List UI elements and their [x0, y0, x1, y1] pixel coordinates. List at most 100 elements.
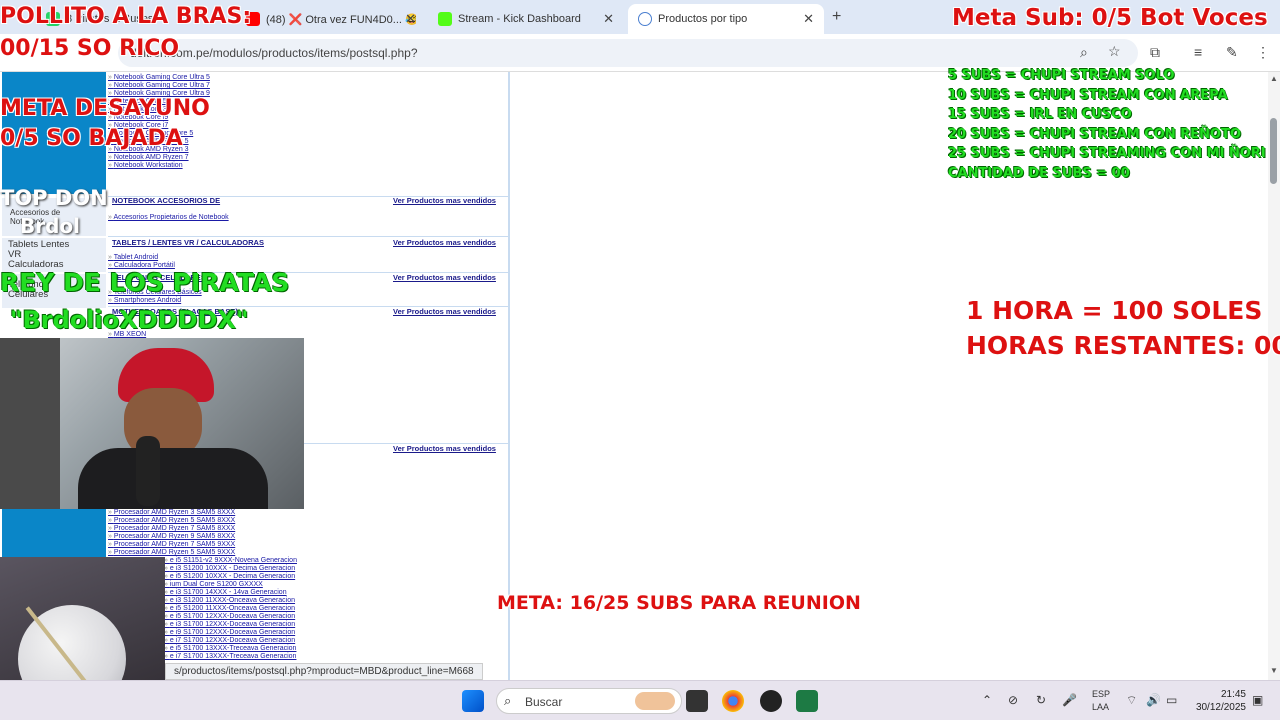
microphone [136, 436, 160, 506]
menu-icon[interactable]: ⋮ [1256, 44, 1270, 61]
category-link[interactable]: e i3 S1200 10XXX - Decima Generacion [164, 565, 295, 572]
tab-title: Stream - Kick Dashboard [458, 13, 581, 25]
taskbar-search[interactable]: ⌕ Buscar [496, 688, 682, 714]
status-url: s/productos/items/postsql.php?mproduct=M… [165, 663, 483, 680]
close-icon[interactable]: ✕ [603, 11, 614, 27]
category-link[interactable]: Smartphones Android [108, 297, 181, 304]
profile-icon[interactable]: ✎ [1226, 44, 1238, 61]
scroll-thumb[interactable] [1270, 118, 1277, 184]
see-more-link[interactable]: Ver Productos mas vendidos [393, 444, 496, 453]
volume-icon[interactable]: 🔊 [1146, 693, 1161, 707]
search-icon: ⌕ [504, 693, 512, 708]
category-link[interactable]: e i5 S1700 13XXX-Treceava Generacion [164, 645, 297, 652]
category-link[interactable]: ium Dual Core S1200 GXXXX [164, 581, 263, 588]
category-link[interactable]: e i9 S1700 12XXX-Doceava Generacion [164, 629, 295, 636]
shirt [78, 448, 268, 509]
tab-youtube[interactable]: (48) ❌ Otra vez FUN4D0... 😂 ✕ [236, 4, 426, 34]
overlay-meta-sub: Meta Sub: 0/5 Bot Voces [952, 5, 1268, 31]
see-more-link[interactable]: Ver Productos mas vendidos [393, 238, 496, 247]
category-link[interactable]: e i7 S1700 13XXX-Treceava Generacion [164, 653, 297, 660]
close-icon[interactable]: ✕ [405, 11, 416, 27]
category-title-accessories[interactable]: NOTEBOOK ACCESORIOS DE [112, 196, 220, 205]
date: 30/12/2025 [1195, 702, 1246, 713]
tab-title: (48) ❌ Otra vez FUN4D0... 😂 [266, 13, 416, 26]
sync-icon[interactable]: ↻ [1036, 693, 1046, 707]
excel-icon[interactable] [796, 690, 818, 712]
category-link[interactable]: Accesorios Propietarios de Notebook [108, 214, 228, 221]
shelf [0, 338, 60, 509]
category-link[interactable]: Procesador AMD Ryzen 5 SAM5 8XXX [108, 517, 235, 524]
network-off-icon[interactable]: ⊘ [1008, 693, 1018, 707]
category-title-tablets[interactable]: TABLETS / LENTES VR / CALCULADORAS [112, 238, 264, 247]
lang-layout: LAA [1092, 702, 1110, 712]
overlay-pollito-count: 00/15 SO RICO [0, 36, 180, 61]
see-more-link[interactable]: Ver Productos mas vendidos [393, 307, 496, 316]
see-more-link[interactable]: Ver Productos mas vendidos [393, 196, 496, 205]
new-tab-icon[interactable]: + [832, 8, 841, 26]
overlay-meta-reunion: META: 16/25 SUBS PARA REUNION [497, 592, 861, 614]
clock[interactable]: 21:45 30/12/2025 [1192, 688, 1246, 714]
address-bar[interactable]: deltron.com.pe/modulos/productos/items/p… [118, 39, 1138, 67]
category-link[interactable]: e i3 S1700 14XXX - 14va Generacion [164, 589, 287, 596]
category-link[interactable]: Notebook AMD Ryzen 7 [108, 154, 189, 161]
tab-kick[interactable]: Stream - Kick Dashboard ✕ [428, 4, 624, 34]
category-link[interactable]: e i5 S1200 11XXX-Onceava Generacion [164, 605, 295, 612]
zoom-icon[interactable]: ⌕ [1080, 44, 1088, 61]
screen: 3 Pirates & Buses (48) ❌ Otra vez FUN4D0… [0, 0, 1280, 720]
media-icon[interactable]: ≡ [1194, 44, 1202, 60]
category-link[interactable]: e i5 S1200 10XXX - Decima Generacion [164, 573, 295, 580]
loading-icon [638, 12, 652, 26]
search-placeholder: Buscar [525, 695, 563, 709]
overlay-sub-goal: 15 SUBS = IRL EN CUSCO [948, 107, 1132, 123]
category-link[interactable]: e i7 S1700 12XXX-Doceava Generacion [164, 637, 295, 644]
category-link[interactable]: Notebook Gaming Core Ultra 5 [108, 74, 210, 81]
notification-icon[interactable]: ▣ [1252, 693, 1263, 707]
task-view-icon[interactable] [686, 690, 708, 712]
overlay-pollito: POLLITO A LA BRAS: [0, 4, 252, 29]
scroll-up-icon[interactable]: ▲ [1270, 74, 1278, 83]
category-link[interactable]: Procesador AMD Ryzen 7 SAM5 9XXX [108, 541, 235, 548]
category-link[interactable]: e i5 S1700 12XXX-Doceava Generacion [164, 613, 295, 620]
overlay-desayuno-count: 0/5 SO BAJADA [0, 126, 183, 151]
microphone-icon[interactable]: 🎤 [1062, 693, 1077, 707]
kick-icon [438, 12, 452, 26]
category-link[interactable]: Notebook Workstation [108, 162, 183, 169]
browser-toolbar: deltron.com.pe/modulos/productos/items/p… [0, 34, 1280, 72]
category-link[interactable]: Notebook Gaming Core Ultra 7 [108, 82, 210, 89]
scrollbar[interactable]: ▲ ▼ [1268, 72, 1280, 680]
overlay-hora: 1 HORA = 100 SOLES [966, 296, 1263, 325]
battery-icon[interactable]: ▭ [1166, 693, 1177, 707]
tab-productos[interactable]: Productos por tipo ✕ [628, 4, 824, 34]
overlay-brdolio: "BrdolioXDDDDX" [10, 306, 249, 334]
time: 21:45 [1220, 689, 1246, 700]
scroll-down-icon[interactable]: ▼ [1270, 666, 1278, 675]
language-indicator[interactable]: ESP LAA [1092, 688, 1110, 714]
obs-icon[interactable] [760, 690, 782, 712]
taskbar: ⌕ Buscar ⌃ ⊘ ↻ 🎤 ESP LAA ⌔ 🔊 ▭ 21:45 30/… [0, 680, 1280, 720]
category-link[interactable]: e i5 S1151-v2 9XXX-Novena Generacion [164, 557, 297, 564]
lang-code: ESP [1092, 689, 1111, 699]
category-link[interactable]: e i3 S1200 11XXX-Onceava Generacion [164, 597, 295, 604]
category-link[interactable]: e i3 S1700 12XXX-Doceava Generacion [164, 621, 295, 628]
category-link[interactable]: Procesador AMD Ryzen 3 SAM5 8XXX [108, 509, 235, 516]
category-link[interactable]: Procesador AMD Ryzen 7 SAM5 8XXX [108, 525, 235, 532]
extensions-icon[interactable]: ⧉ [1150, 44, 1160, 61]
bookmark-star-icon[interactable]: ☆ [1108, 43, 1121, 60]
close-icon[interactable]: ✕ [803, 11, 814, 27]
divider [108, 236, 510, 237]
category-link[interactable]: Procesador AMD Ryzen 9 SAM5 8XXX [108, 533, 235, 540]
overlay-top-don: TOP DON [0, 186, 108, 210]
overlay-horas-restantes: HORAS RESTANTES: 00 [966, 331, 1280, 360]
overlay-sub-goal: 20 SUBS = CHUPI STREAM CON REÑOTO [948, 126, 1242, 142]
category-link[interactable]: Tablet Android [108, 254, 158, 261]
overlay-desayuno: META DESAYUNO [0, 96, 210, 121]
webcam-streamer [0, 338, 304, 509]
wifi-icon[interactable]: ⌔ [1126, 693, 1137, 708]
category-link[interactable]: Procesador AMD Ryzen 5 SAM5 9XXX [108, 549, 235, 556]
search-highlight-icon [635, 692, 675, 710]
see-more-link[interactable]: Ver Productos mas vendidos [393, 273, 496, 282]
overlay-sub-goal: 25 SUBS = CHUPI STREAMING CON MI ÑORI [948, 146, 1266, 162]
tray-chevron-icon[interactable]: ⌃ [982, 693, 992, 707]
start-icon[interactable] [462, 690, 484, 712]
chrome-icon[interactable] [722, 690, 744, 712]
